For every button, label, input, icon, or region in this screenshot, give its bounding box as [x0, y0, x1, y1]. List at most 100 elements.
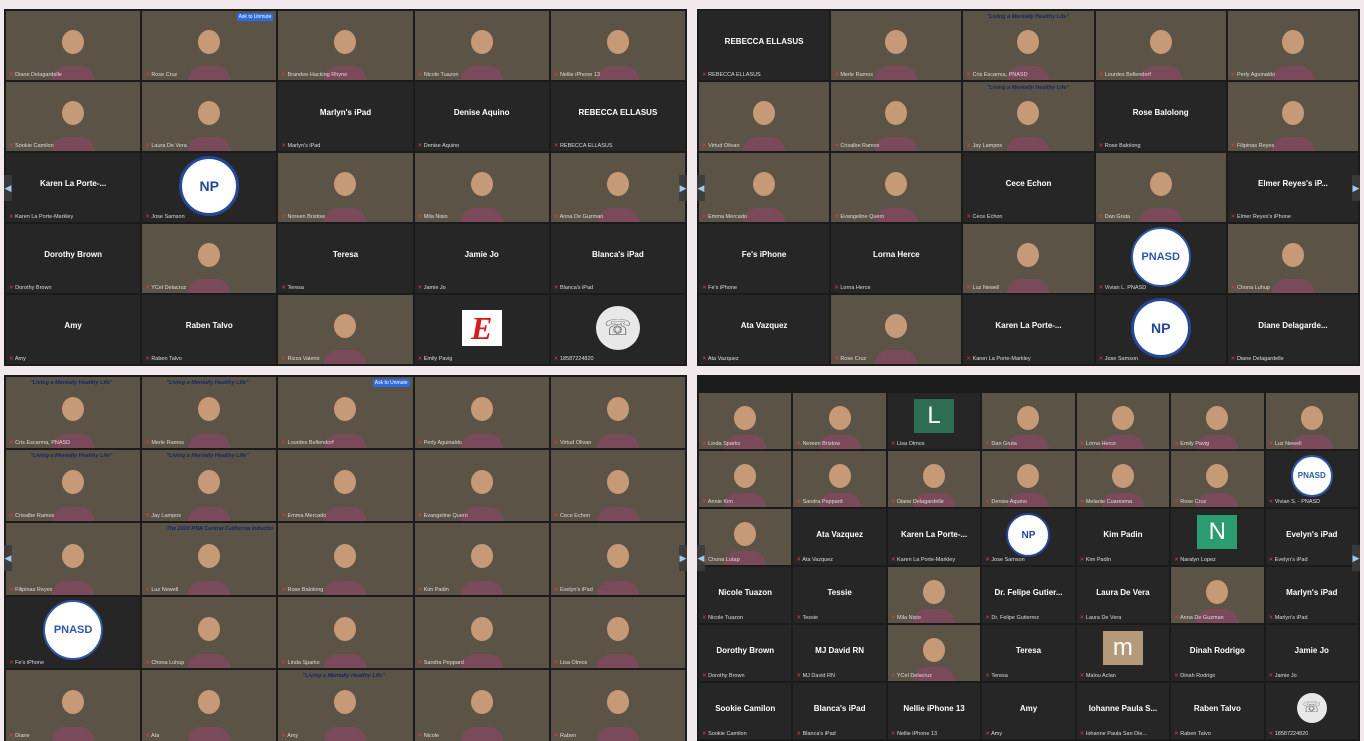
participant-tile[interactable]: Marlyn's iPad Marlyn's iPad	[278, 82, 413, 151]
participant-tile[interactable]: YCel Delacruz	[887, 625, 981, 681]
participant-tile[interactable]: "Living a Mentally Healthy Life" Amy	[278, 669, 413, 741]
participant-tile[interactable]: Dr. Felipe Gutier... Dr. Felipe Gutierrez	[982, 567, 1075, 623]
participant-tile[interactable]: Luz Newell	[1265, 393, 1358, 449]
participant-tile[interactable]: N Naralyn Lopez	[1171, 509, 1264, 565]
participant-tile[interactable]: Chona Lutap	[699, 509, 792, 565]
participant-tile[interactable]: Marlyn's iPad Marlyn's iPad	[1265, 567, 1358, 623]
participant-tile[interactable]: ☏18587224820	[550, 295, 685, 364]
participant-tile[interactable]: Iohanne Paula S... Iohanne Paula San Die.…	[1076, 683, 1170, 739]
participant-tile[interactable]: Nicole Tuazon Nicole Tuazon	[699, 567, 792, 623]
participant-tile[interactable]: Luz Newell	[963, 224, 1094, 293]
previous-page-arrow-icon[interactable]: ◀	[4, 174, 12, 201]
next-page-arrow-icon[interactable]: ▶	[679, 174, 687, 201]
participant-tile[interactable]: "Living a Mentally Healthy Life" Cris Esc…	[963, 11, 1094, 80]
participant-tile[interactable]: Filipinas Reyes	[6, 523, 141, 595]
participant-tile[interactable]: Sookie Camilon	[6, 82, 141, 151]
participant-tile[interactable]: Virtud Olivan	[550, 377, 685, 449]
participant-tile[interactable]: Chona Luhup	[142, 596, 277, 668]
participant-tile[interactable]: E Emily Pavig	[414, 295, 549, 364]
participant-tile[interactable]: Dorothy Brown Dorothy Brown	[699, 625, 792, 681]
participant-tile[interactable]: Diane Delagardelle	[887, 451, 981, 507]
participant-tile[interactable]: Crisalbe Ramos	[831, 82, 962, 151]
participant-tile[interactable]: Teresa Teresa	[982, 625, 1075, 681]
participant-tile[interactable]: Brandee Hacking Rhyne	[278, 11, 413, 80]
participant-tile[interactable]: YCel Delacruz	[142, 224, 277, 293]
participant-tile[interactable]: Melanie Cuaresma	[1076, 451, 1170, 507]
participant-tile[interactable]: "Living a Mentally Healthy Life" Cris Esc…	[6, 377, 141, 449]
participant-tile[interactable]: Evelyn's iPad	[550, 523, 685, 595]
participant-tile[interactable]: Rose Balolong	[278, 523, 413, 595]
participant-tile[interactable]: Emily Pavig	[1171, 393, 1264, 449]
participant-tile[interactable]: "Living a Mentally Healthy Life" Merle Ra…	[142, 377, 277, 449]
participant-tile[interactable]: Karen La Porte-... Karen La Porte-Markley	[6, 153, 141, 222]
participant-tile[interactable]: PNASDVivian L. PNASD	[1095, 224, 1226, 293]
participant-tile[interactable]: Diane Delagardelle	[6, 11, 141, 80]
participant-tile[interactable]: Ata	[142, 669, 277, 741]
participant-tile[interactable]: Jamie Jo Jamie Jo	[414, 224, 549, 293]
participant-tile[interactable]: Amy Amy	[982, 683, 1075, 739]
participant-tile[interactable]: Kim Padin	[414, 523, 549, 595]
participant-tile[interactable]: Raben Talvo Raben Talvo	[142, 295, 277, 364]
participant-tile[interactable]: Diane Delagarde... Diane Delagardelle	[1227, 295, 1358, 364]
participant-tile[interactable]: Dan Gruta	[982, 393, 1075, 449]
participant-tile[interactable]: L Lisa Olmos	[887, 393, 981, 449]
participant-tile[interactable]: Virtud Olivan	[699, 82, 830, 151]
participant-tile[interactable]: Annie Kim	[699, 451, 792, 507]
participant-tile[interactable]: Perly Aguinaldo	[414, 377, 549, 449]
participant-tile[interactable]: Teresa Teresa	[278, 224, 413, 293]
participant-tile[interactable]: Ata Vazquez Ata Vazquez	[793, 509, 886, 565]
previous-page-arrow-icon[interactable]: ◀	[697, 545, 705, 571]
participant-tile[interactable]: Emma Mercado	[699, 153, 830, 222]
participant-tile[interactable]: The 2020 PNA Central California Inductio…	[142, 523, 277, 595]
participant-tile[interactable]: Denise Aquino Denise Aquino	[414, 82, 549, 151]
participant-tile[interactable]: Blanca's iPad Blanca's iPad	[793, 683, 886, 739]
participant-tile[interactable]: Rizza Valerio	[278, 295, 413, 364]
participant-tile[interactable]: Dinah Rodrigo Dinah Rodrigo	[1171, 625, 1264, 681]
participant-tile[interactable]: Nicole Tuazon	[414, 11, 549, 80]
next-page-arrow-icon[interactable]: ▶	[1352, 545, 1360, 571]
participant-tile[interactable]: Evelyn's iPad Evelyn's iPad	[1265, 509, 1358, 565]
ask-to-unmute-button[interactable]: Ask to Unmute	[236, 13, 274, 21]
participant-tile[interactable]: "Living a Mentally Healthy Life" Crisalbe…	[6, 450, 141, 522]
participant-tile[interactable]: Mila Nisio	[887, 567, 981, 623]
participant-tile[interactable]: Lorna Herce	[1076, 393, 1170, 449]
participant-tile[interactable]: NPJose Samson	[982, 509, 1075, 565]
participant-tile[interactable]: Fe's iPhone Fe's iPhone	[699, 224, 830, 293]
participant-tile[interactable]: Amy Amy	[6, 295, 141, 364]
participant-tile[interactable]: Dan Gruta	[1095, 153, 1226, 222]
participant-tile[interactable]: Kim Padin Kim Padin	[1076, 509, 1170, 565]
participant-tile[interactable]: Sookie Camilon Sookie Camilon	[699, 683, 792, 739]
participant-tile[interactable]: Ata Vazquez Ata Vazquez	[699, 295, 830, 364]
participant-tile[interactable]: Mila Nisio	[414, 153, 549, 222]
participant-tile[interactable]: Perly Aguinaldo	[1227, 11, 1358, 80]
participant-tile[interactable]: PNASDFe's iPhone	[6, 596, 141, 668]
participant-tile[interactable]: Evangeline Quero	[831, 153, 962, 222]
participant-tile[interactable]: REBECCA ELLASUS REBECCA ELLASUS	[699, 11, 830, 80]
participant-tile[interactable]: Karen La Porte-... Karen La Porte-Markley	[963, 295, 1094, 364]
participant-tile[interactable]: REBECCA ELLASUS REBECCA ELLASUS	[550, 82, 685, 151]
participant-tile[interactable]: Noreen Bristow	[793, 393, 886, 449]
participant-tile[interactable]: NPJose Samson	[142, 153, 277, 222]
participant-tile[interactable]: Anna De Guzman	[550, 153, 685, 222]
participant-tile[interactable]: Filipinas Reyes	[1227, 82, 1358, 151]
participant-tile[interactable]: Lorna Herce Lorna Herce	[831, 224, 962, 293]
participant-tile[interactable]: Denise Aquino	[982, 451, 1075, 507]
participant-tile[interactable]: Dorothy Brown Dorothy Brown	[6, 224, 141, 293]
participant-tile[interactable]: "Living a Mentally Healthy Life" Jay Lamp…	[963, 82, 1094, 151]
participant-tile[interactable]: NPJose Samson	[1095, 295, 1226, 364]
participant-tile[interactable]: Laura De Vera Laura De Vera	[1076, 567, 1170, 623]
participant-tile[interactable]: Noreen Bristow	[278, 153, 413, 222]
participant-tile[interactable]: Evangeline Quero	[414, 450, 549, 522]
participant-tile[interactable]: Diane	[6, 669, 141, 741]
participant-tile[interactable]: Lourdes Bellendorf	[1095, 11, 1226, 80]
participant-tile[interactable]: Sandra Peppard	[414, 596, 549, 668]
next-page-arrow-icon[interactable]: ▶	[679, 545, 687, 571]
participant-tile[interactable]: PNASD Vivian S. - PNASD	[1265, 451, 1358, 507]
ask-to-unmute-button[interactable]: Ask to Unmute	[372, 379, 410, 387]
participant-tile[interactable]: Cece Echon Cece Echon	[963, 153, 1094, 222]
participant-tile[interactable]: Jamie Jo Jamie Jo	[1265, 625, 1358, 681]
participant-tile[interactable]: Ask to Unmute Rose Cruz	[142, 11, 277, 80]
participant-tile[interactable]: Sandra Peppard	[793, 451, 886, 507]
participant-tile[interactable]: Anna De Guzman	[1171, 567, 1264, 623]
participant-tile[interactable]: Merle Ramos	[831, 11, 962, 80]
